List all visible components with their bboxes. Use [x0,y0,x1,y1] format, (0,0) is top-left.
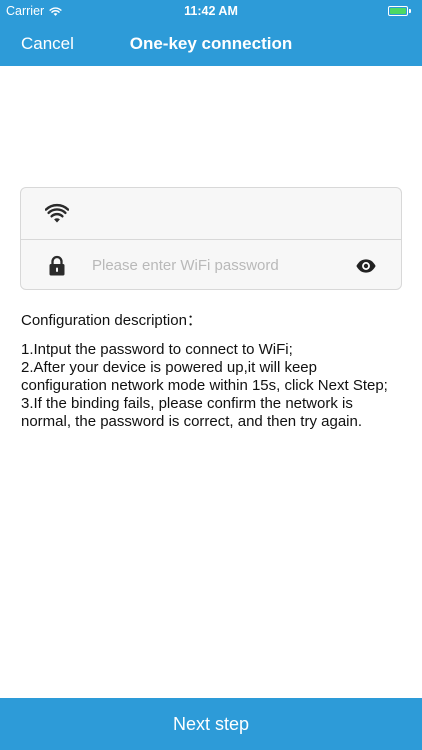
header: Carrier 11:42 AM Cancel One-key connecti… [0,0,422,66]
lock-icon [49,255,65,275]
battery-body [388,6,408,16]
next-step-button[interactable]: Next step [0,698,422,750]
description-title: Configuration description： [21,312,202,329]
toggle-password-visibility-button[interactable] [355,255,377,277]
wifi-password-input[interactable] [92,250,342,280]
eye-icon [356,258,376,273]
wifi-icon [45,203,69,222]
battery-icon [388,5,412,17]
nav-bar: Cancel One-key connection [0,22,422,66]
description-step: 2.After your device is powered up,it wil… [21,359,388,394]
description-step: 1.Intput the password to connect to WiFi… [21,341,293,358]
wifi-ssid-row[interactable] [21,188,401,239]
description-steps: 1.Intput the password to connect to WiFi… [21,341,406,431]
wifi-password-row [21,239,401,289]
status-time: 11:42 AM [184,4,238,18]
wifi-form-card [20,187,402,290]
description-step: 3.If the binding fails, please confirm t… [21,395,363,430]
battery-tip [409,9,411,13]
status-bar: Carrier 11:42 AM [0,0,422,22]
battery-fill [390,8,406,14]
page-title: One-key connection [129,34,293,53]
